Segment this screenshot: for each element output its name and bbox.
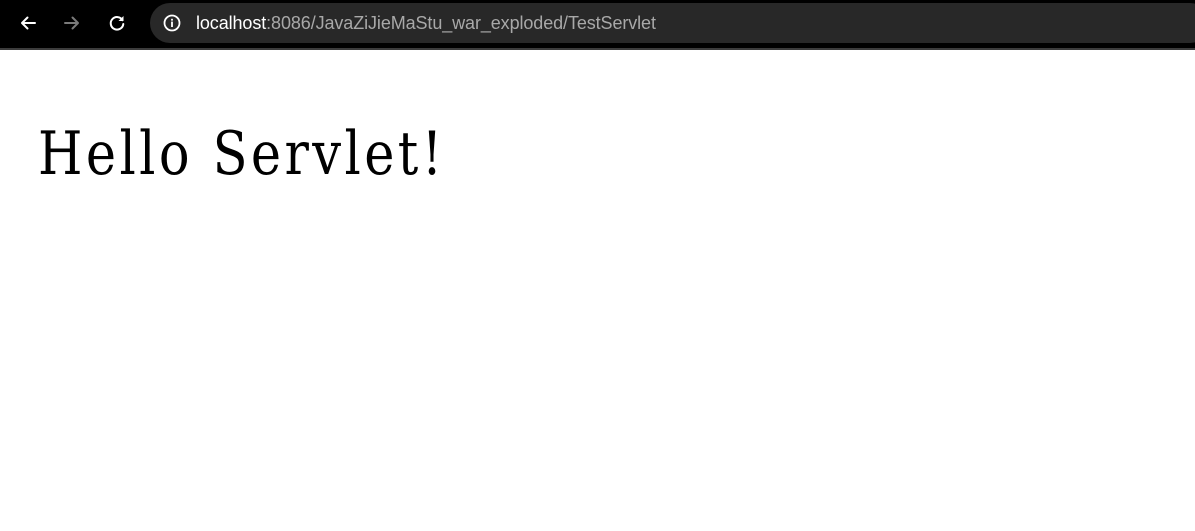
- page-heading: Hello Servlet!: [38, 119, 446, 189]
- info-icon: [163, 14, 181, 32]
- reload-icon: [109, 16, 125, 31]
- url-host: localhost: [196, 12, 267, 33]
- arrow-right-icon: [64, 16, 79, 30]
- forward-button[interactable]: [55, 6, 89, 40]
- url-path: :8086/JavaZiJieMaStu_war_exploded/TestSe…: [266, 12, 656, 33]
- reload-button[interactable]: [100, 6, 134, 40]
- browser-toolbar: localhost:8086/JavaZiJieMaStu_war_explod…: [0, 0, 1195, 50]
- address-bar[interactable]: localhost:8086/JavaZiJieMaStu_war_explod…: [150, 3, 1195, 43]
- page-content: Hello Servlet!: [0, 52, 1195, 531]
- back-button[interactable]: [11, 6, 45, 40]
- url-text[interactable]: localhost:8086/JavaZiJieMaStu_war_explod…: [196, 13, 656, 34]
- arrow-left-icon: [21, 16, 36, 30]
- site-info-button[interactable]: [152, 3, 192, 43]
